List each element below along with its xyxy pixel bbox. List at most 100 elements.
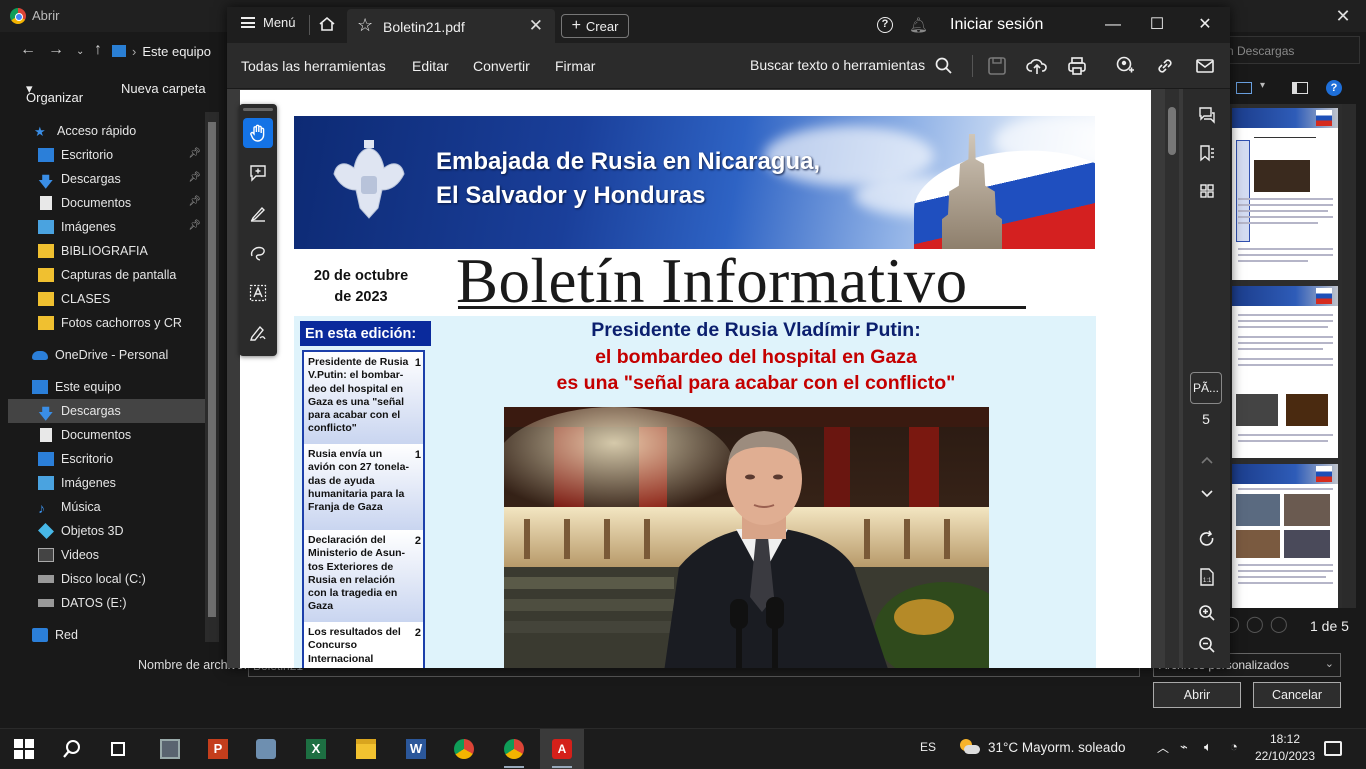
network-app-icon[interactable] — [244, 729, 288, 769]
comments-icon[interactable] — [1197, 105, 1217, 125]
navigation-scrollbar[interactable] — [205, 112, 219, 642]
cloud-upload-icon[interactable] — [1026, 55, 1048, 77]
signin-link[interactable]: Iniciar sesión — [950, 16, 1043, 34]
create-button[interactable]: + Crear — [561, 14, 629, 38]
thumbnail-page-2[interactable] — [1232, 286, 1338, 458]
nav-item-descargas[interactable]: 🡇 Descargas — [8, 399, 205, 423]
convert-menu[interactable]: Convertir — [473, 58, 530, 74]
search-icon[interactable] — [50, 729, 94, 769]
nav-item-datos-e-[interactable]: DATOS (E:) — [8, 591, 205, 615]
page-display-icon[interactable]: 1:1 — [1197, 567, 1217, 587]
nav-item-disco-local-c-[interactable]: Disco local (C:) — [8, 567, 205, 591]
network-status-icon[interactable]: ⌁ — [1180, 739, 1188, 755]
minimize-icon[interactable]: — — [1090, 10, 1136, 40]
sign-pen-icon[interactable] — [243, 318, 273, 348]
nav-item-documentos[interactable]: Documentos — [8, 423, 205, 447]
document-scrollbar[interactable] — [1165, 89, 1179, 668]
weather-widget[interactable]: 31°C Mayorm. soleado — [958, 739, 1125, 755]
all-tools-menu[interactable]: Todas las herramientas — [241, 58, 386, 74]
help-icon[interactable]: ? — [877, 17, 893, 33]
search-tools-input[interactable]: Buscar texto o herramientas — [750, 57, 925, 73]
nav-item-imágenes[interactable]: Imágenes 📌︎ — [8, 215, 205, 239]
calculator-icon[interactable] — [148, 729, 192, 769]
zoom-out-icon[interactable] — [1197, 635, 1217, 655]
page-number-box[interactable]: PÃ... — [1190, 372, 1222, 404]
word-icon[interactable]: W — [394, 729, 438, 769]
file-explorer-icon[interactable] — [344, 729, 388, 769]
thumbnail-nav-icons[interactable]: ◯◯◯ — [1222, 614, 1302, 638]
language-indicator[interactable]: ES — [920, 740, 936, 754]
preview-pane-icon[interactable] — [1292, 82, 1308, 94]
nav-item-escritorio[interactable]: Escritorio — [8, 447, 205, 471]
star-icon[interactable]: ☆ — [357, 15, 373, 36]
pin-icon[interactable]: 📌︎ — [188, 196, 201, 207]
close-window-icon[interactable]: ✕ — [1182, 10, 1228, 40]
wifi-icon[interactable]: ◔ — [1230, 739, 1238, 754]
forward-icon[interactable]: → — [48, 41, 64, 59]
nav-item-música[interactable]: ♪ Música — [8, 495, 205, 519]
powerpoint-icon[interactable]: P — [196, 729, 240, 769]
chrome-profile-icon[interactable] — [492, 729, 536, 769]
clock[interactable]: 18:12 22/10/2023 — [1250, 731, 1320, 765]
search-icon[interactable] — [935, 57, 953, 75]
pin-icon[interactable]: 📌︎ — [188, 148, 201, 159]
thumbnail-scrollbar[interactable] — [1342, 104, 1356, 608]
notifications-icon[interactable] — [1324, 741, 1342, 756]
recent-dropdown-icon[interactable]: ⌄ — [76, 46, 84, 57]
nav-item-fotos-cachorros-y-cr[interactable]: Fotos cachorros y CR — [8, 311, 205, 335]
thumbnail-page-3[interactable] — [1232, 464, 1338, 608]
add-comment-icon[interactable] — [243, 158, 273, 188]
thumbnails-icon[interactable] — [1197, 181, 1217, 201]
menu-button[interactable]: Menú — [241, 15, 296, 30]
rotate-icon[interactable] — [1197, 529, 1217, 549]
draw-icon[interactable] — [243, 238, 273, 268]
view-options-icon[interactable] — [1236, 82, 1252, 94]
print-icon[interactable] — [1066, 55, 1088, 77]
link-icon[interactable] — [1154, 55, 1176, 77]
sign-menu[interactable]: Firmar — [555, 58, 595, 74]
bookmark-icon[interactable] — [1197, 143, 1217, 163]
nav-item-bibliografia[interactable]: BIBLIOGRAFIA — [8, 239, 205, 263]
start-icon[interactable] — [2, 729, 46, 769]
excel-icon[interactable]: X — [294, 729, 338, 769]
pin-icon[interactable]: 📌︎ — [188, 172, 201, 183]
organize-button[interactable]: Organizar ▾ — [26, 81, 83, 105]
chevron-up-icon[interactable] — [1197, 451, 1217, 471]
volume-icon[interactable]: 🔈︎ — [1204, 739, 1212, 755]
breadcrumb[interactable]: › Este equipo — [112, 38, 227, 64]
edit-menu[interactable]: Editar — [412, 58, 449, 74]
hand-tool-icon[interactable] — [243, 118, 273, 148]
highlight-icon[interactable] — [243, 198, 273, 228]
up-icon[interactable]: ↑ — [94, 41, 102, 59]
new-folder-button[interactable]: Nueva carpeta — [121, 81, 206, 96]
chevron-down-icon[interactable]: ▾ — [1260, 80, 1265, 91]
document-tab[interactable]: ☆ Boletin21.pdf ✕ — [347, 9, 555, 43]
pin-icon[interactable]: 📌︎ — [188, 220, 201, 231]
back-icon[interactable]: ← — [20, 41, 36, 59]
share-user-icon[interactable] — [1114, 55, 1136, 77]
chevron-down-icon[interactable] — [1197, 483, 1217, 503]
thumbnail-page-1[interactable] — [1232, 108, 1338, 280]
dialog-close-button[interactable]: ✕ — [1320, 0, 1366, 32]
chevron-up-icon[interactable]: ︿ — [1157, 739, 1169, 756]
email-icon[interactable] — [1194, 55, 1216, 77]
nav-item-capturas-de-pantalla[interactable]: Capturas de pantalla — [8, 263, 205, 287]
task-view-icon[interactable] — [96, 729, 140, 769]
help-icon[interactable]: ? — [1326, 80, 1342, 96]
home-icon[interactable] — [318, 16, 336, 32]
zoom-in-icon[interactable] — [1197, 603, 1217, 623]
bell-icon[interactable]: 🔔︎ — [909, 16, 928, 34]
nav-item-clases[interactable]: CLASES — [8, 287, 205, 311]
nav-item-descargas[interactable]: 🡇 Descargas 📌︎ — [8, 167, 205, 191]
save-icon[interactable] — [986, 55, 1008, 77]
cancel-button[interactable]: Cancelar — [1253, 682, 1341, 708]
open-button[interactable]: Abrir — [1153, 682, 1241, 708]
maximize-icon[interactable]: ☐ — [1134, 10, 1180, 40]
document-viewport[interactable]: Embajada de Rusia en Nicaragua, El Salva… — [227, 89, 1230, 668]
nav-item-objetos-3d[interactable]: Objetos 3D — [8, 519, 205, 543]
acrobat-icon[interactable]: A — [540, 729, 584, 769]
close-tab-icon[interactable]: ✕ — [529, 16, 543, 36]
nav-item-videos[interactable]: Videos — [8, 543, 205, 567]
nav-item-imágenes[interactable]: Imágenes — [8, 471, 205, 495]
nav-item-escritorio[interactable]: Escritorio 📌︎ — [8, 143, 205, 167]
